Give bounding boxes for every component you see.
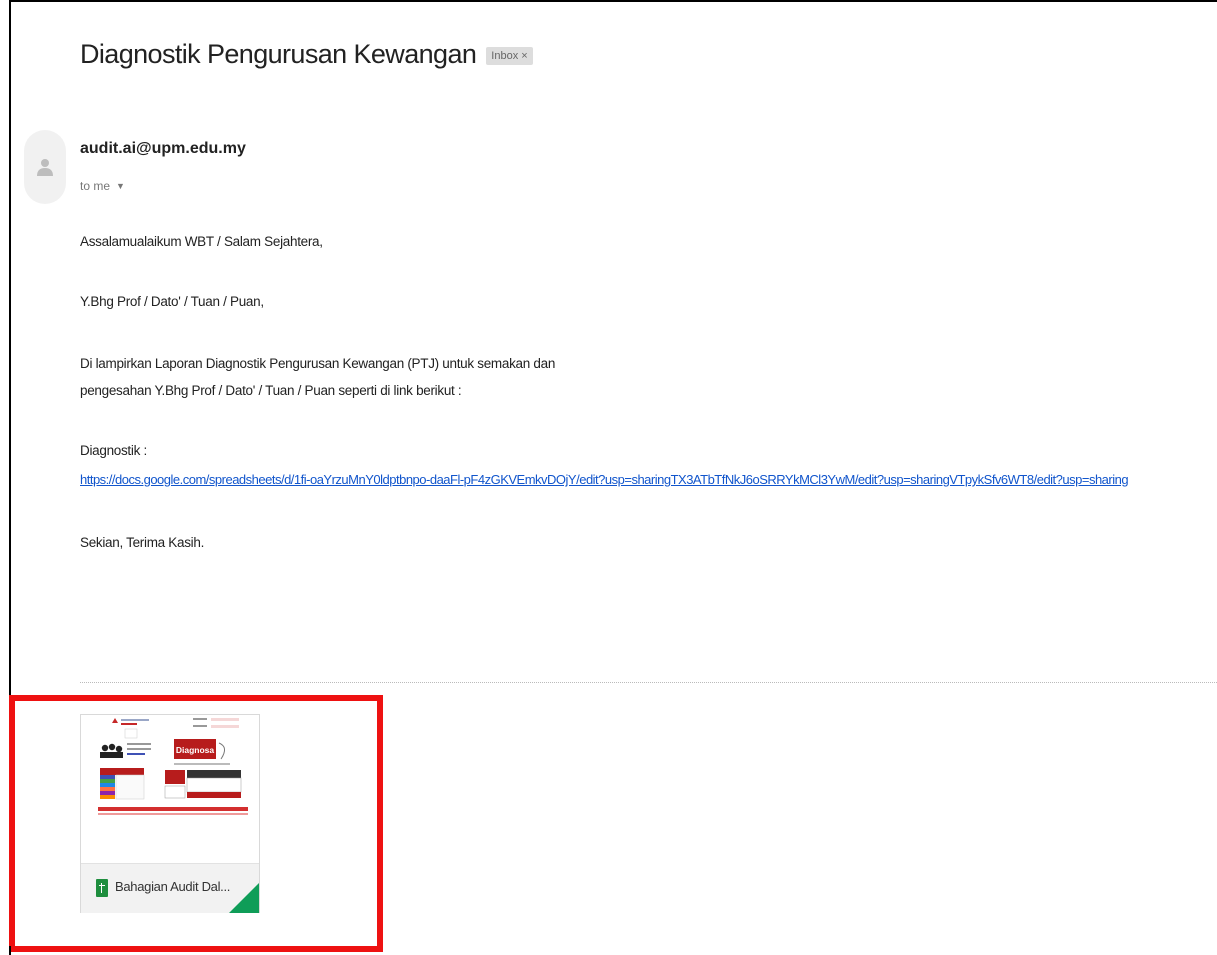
inbox-label[interactable]: Inbox × bbox=[486, 47, 533, 65]
google-sheets-icon bbox=[96, 879, 108, 897]
attachment-preview: Diagnosa bbox=[81, 715, 259, 863]
inbox-label-text: Inbox bbox=[491, 50, 519, 62]
greeting-text: Assalamualaikum WBT / Salam Sejahtera, bbox=[80, 234, 323, 249]
sender-email[interactable]: audit.ai@upm.edu.my bbox=[80, 140, 246, 158]
attachment-card[interactable]: Diagnosa Bahagian Audit Dal... bbox=[80, 714, 260, 913]
frame-border-left bbox=[9, 0, 11, 955]
recipient-text: to me bbox=[80, 179, 111, 193]
spreadsheet-link[interactable]: https://docs.google.com/spreadsheets/d/1… bbox=[80, 472, 1129, 487]
person-icon bbox=[37, 159, 53, 176]
body-paragraph-line-1: Di lampirkan Laporan Diagnostik Pengurus… bbox=[80, 356, 556, 371]
diagnostik-label: Diagnostik : bbox=[80, 443, 147, 458]
frame-border-top bbox=[9, 0, 1217, 2]
frame-border-bottom-tick bbox=[9, 946, 11, 955]
email-subject: Diagnostik Pengurusan Kewangan bbox=[80, 38, 477, 69]
salutation-text: Y.Bhg Prof / Dato' / Tuan / Puan, bbox=[80, 294, 264, 309]
sheets-corner-icon bbox=[229, 883, 259, 913]
body-paragraph-line-2: pengesahan Y.Bhg Prof / Dato' / Tuan / P… bbox=[80, 383, 462, 398]
subject-row: Diagnostik Pengurusan Kewangan Inbox × bbox=[80, 30, 533, 78]
recipient-details[interactable]: to me ▼ bbox=[80, 179, 125, 193]
chevron-down-icon[interactable]: ▼ bbox=[116, 181, 125, 191]
avatar[interactable] bbox=[24, 130, 66, 204]
link-line: https://docs.google.com/spreadsheets/d/1… bbox=[80, 472, 1129, 487]
remove-label-icon[interactable]: × bbox=[521, 50, 527, 62]
closing-text: Sekian, Terima Kasih. bbox=[80, 535, 205, 550]
attachment-filename: Bahagian Audit Dal... bbox=[115, 879, 231, 894]
preview-button-text: Diagnosa bbox=[176, 745, 215, 755]
attachment-divider bbox=[80, 682, 1217, 683]
attachment-footer: Bahagian Audit Dal... bbox=[81, 863, 259, 913]
spreadsheet-thumbnail-graphic: Diagnosa bbox=[81, 715, 259, 863]
